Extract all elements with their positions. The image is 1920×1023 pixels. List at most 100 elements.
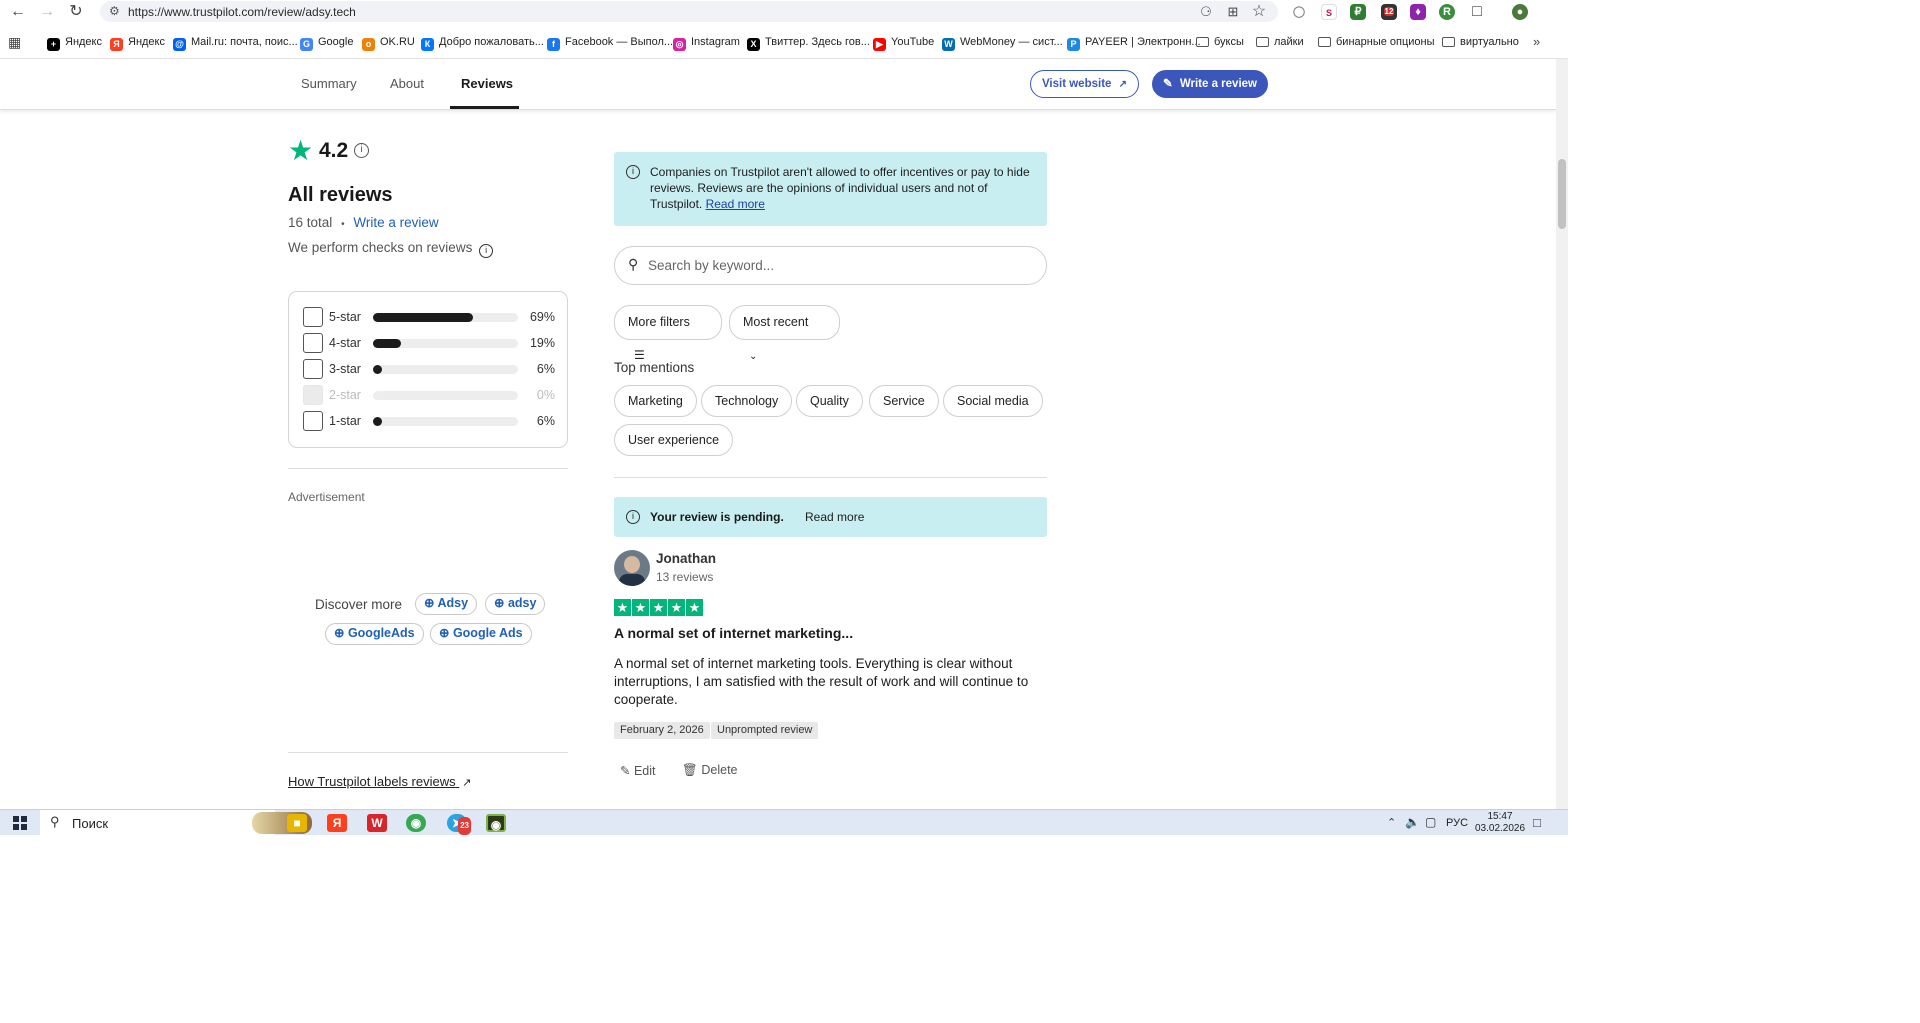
- star-filter-1-star[interactable]: 1-star 6%: [303, 411, 555, 431]
- star-percent: 19%: [529, 336, 555, 350]
- clock[interactable]: 15:47 03.02.2026: [1475, 811, 1525, 835]
- labels-link[interactable]: How Trustpilot labels reviews ↗: [288, 774, 471, 789]
- forward-icon[interactable]: →: [38, 3, 56, 21]
- visit-website-button[interactable]: Visit website ↗: [1030, 70, 1139, 98]
- more-filters-button[interactable]: More filters ☰: [614, 305, 722, 362]
- mention-chip-marketing[interactable]: Marketing: [614, 385, 697, 417]
- bookmark-item[interactable]: лайки: [1256, 34, 1304, 50]
- rating-info-icon[interactable]: i: [354, 143, 369, 158]
- site-info-icon[interactable]: ⚙: [109, 4, 120, 18]
- bookmark-item[interactable]: ◎ Instagram: [673, 34, 740, 51]
- labels-link-text: How Trustpilot labels reviews: [288, 774, 456, 789]
- reload-icon[interactable]: ↻: [67, 3, 85, 21]
- translate-icon[interactable]: ⚆: [1197, 3, 1215, 21]
- discover-tag-google-ads[interactable]: ⊕ Google Ads: [430, 623, 532, 645]
- yandex-browser-icon[interactable]: Я: [327, 814, 347, 832]
- pending-read-more-link[interactable]: Read more: [805, 510, 864, 524]
- gem-extension-icon[interactable]: ♦: [1410, 4, 1426, 20]
- taskbar-search[interactable]: ⚲ Поиск: [40, 810, 312, 836]
- delete-review-button[interactable]: 🗑 Delete: [682, 763, 738, 778]
- wps-office-icon[interactable]: W: [367, 814, 387, 832]
- bookmark-item[interactable]: P PAYEER | Электронн...: [1067, 34, 1201, 51]
- star-filter-3-star[interactable]: 3-star 6%: [303, 359, 555, 379]
- bookmark-item[interactable]: К Добро пожаловать...: [421, 34, 544, 51]
- language-indicator[interactable]: РУС: [1446, 817, 1468, 829]
- tab-summary[interactable]: Summary: [301, 76, 357, 91]
- bookmark-item[interactable]: буксы: [1196, 34, 1244, 50]
- telegram-icon[interactable]: ➤ 23: [447, 814, 471, 835]
- speaker-icon[interactable]: 🔈: [1405, 815, 1420, 829]
- mention-chip-quality[interactable]: Quality: [796, 385, 863, 417]
- seo-extension-icon[interactable]: S: [1321, 4, 1337, 20]
- sort-dropdown[interactable]: Most recent ⌄: [729, 305, 840, 362]
- extensions-puzzle-icon[interactable]: □: [1468, 3, 1486, 21]
- star-filter-5-star[interactable]: 5-star 69%: [303, 307, 555, 327]
- globe-extension-icon[interactable]: ◯: [1291, 4, 1307, 20]
- notifications-icon[interactable]: □: [1533, 815, 1541, 830]
- star-filter-checkbox[interactable]: [303, 307, 323, 327]
- divider: [288, 468, 568, 469]
- star-icon: ★: [686, 599, 703, 616]
- mention-chip-user-experience[interactable]: User experience: [614, 424, 734, 456]
- star-filter-4-star[interactable]: 4-star 19%: [303, 333, 555, 353]
- chrome-icon[interactable]: ◉: [406, 814, 426, 832]
- tab-about[interactable]: About: [390, 76, 424, 91]
- show-hidden-icons[interactable]: ⌃: [1387, 816, 1396, 829]
- apps-grid-icon[interactable]: ▦: [8, 34, 21, 50]
- discover-tag-adsy-lower[interactable]: ⊕ adsy: [485, 593, 546, 615]
- chevron-down-icon: ⌄: [749, 351, 758, 362]
- bookmark-favicon-icon: G: [300, 38, 313, 51]
- more-bookmarks-icon[interactable]: »: [1533, 34, 1540, 50]
- rc-extension-icon[interactable]: R: [1439, 4, 1455, 20]
- mention-chip-technology[interactable]: Technology: [701, 385, 793, 417]
- scrollbar-thumb[interactable]: [1558, 159, 1566, 229]
- write-review-button[interactable]: ✎ Write a review: [1152, 70, 1268, 98]
- checks-text[interactable]: We perform checks on reviews: [288, 240, 472, 255]
- app-icon[interactable]: ◉: [486, 814, 506, 832]
- discover-tag-adsy[interactable]: ⊕ Adsy: [415, 593, 478, 615]
- avatar[interactable]: [614, 550, 650, 586]
- bookmark-item[interactable]: W WebMoney — сист...: [942, 34, 1063, 51]
- star-filter-checkbox[interactable]: [303, 411, 323, 431]
- bookmark-item[interactable]: G Google: [300, 34, 353, 51]
- search-icon: ⚲: [50, 814, 60, 829]
- search-input[interactable]: ⚲ Search by keyword...: [614, 246, 1047, 285]
- back-icon[interactable]: ←: [9, 3, 27, 21]
- windows-start-icon[interactable]: [13, 816, 27, 830]
- checks-info-icon[interactable]: i: [479, 244, 494, 258]
- ruble-extension-icon[interactable]: ₽: [1350, 4, 1366, 20]
- address-bar[interactable]: ⚙ https://www.trustpilot.com/review/adsy…: [100, 1, 1278, 22]
- write-review-link[interactable]: Write a review: [353, 215, 438, 230]
- clock-time: 15:47: [1487, 811, 1513, 822]
- mention-chip-service[interactable]: Service: [869, 385, 939, 417]
- bookmark-item[interactable]: Я Яндекс: [110, 34, 165, 51]
- search-icon: ⚲: [628, 256, 639, 272]
- profile-avatar-icon[interactable]: ●: [1512, 4, 1528, 20]
- bookmark-item[interactable]: f Facebook — Выпол...: [547, 34, 673, 51]
- bookmark-item[interactable]: бинарные опционы: [1318, 34, 1435, 50]
- review-title[interactable]: A normal set of internet marketing...: [614, 625, 853, 641]
- notice-read-more-link[interactable]: Read more: [706, 197, 765, 211]
- bookmark-item[interactable]: @ Mail.ru: почта, поис...: [173, 34, 298, 51]
- pencil-icon: ✎: [620, 764, 631, 778]
- mail-extension-icon[interactable]: 12: [1381, 4, 1397, 20]
- install-app-icon[interactable]: ⊞: [1224, 3, 1242, 21]
- tab-reviews[interactable]: Reviews: [461, 76, 513, 91]
- file-explorer-icon[interactable]: ■: [287, 814, 307, 832]
- star-filter-checkbox[interactable]: [303, 333, 323, 353]
- bookmark-item[interactable]: X Твиттер. Здесь гов...: [747, 34, 870, 51]
- page-scrollbar[interactable]: [1556, 59, 1568, 809]
- reviewer-name[interactable]: Jonathan: [656, 551, 716, 566]
- mention-chip-social-media[interactable]: Social media: [943, 385, 1043, 417]
- bookmark-item[interactable]: виртуально: [1442, 34, 1519, 50]
- bookmark-item[interactable]: o OK.RU: [362, 34, 415, 51]
- bookmark-label: буксы: [1214, 36, 1244, 48]
- discover-tag-googleads[interactable]: ⊕ GoogleAds: [325, 623, 424, 645]
- bookmark-item[interactable]: + Яндекс: [47, 34, 102, 51]
- bookmark-item[interactable]: ▶ YouTube: [873, 34, 934, 51]
- discover-tag-label: GoogleAds: [347, 626, 415, 640]
- network-icon[interactable]: ▢: [1425, 815, 1436, 829]
- bookmark-star-icon[interactable]: ☆: [1250, 3, 1268, 21]
- edit-review-button[interactable]: ✎ Edit: [620, 763, 656, 778]
- star-filter-checkbox[interactable]: [303, 359, 323, 379]
